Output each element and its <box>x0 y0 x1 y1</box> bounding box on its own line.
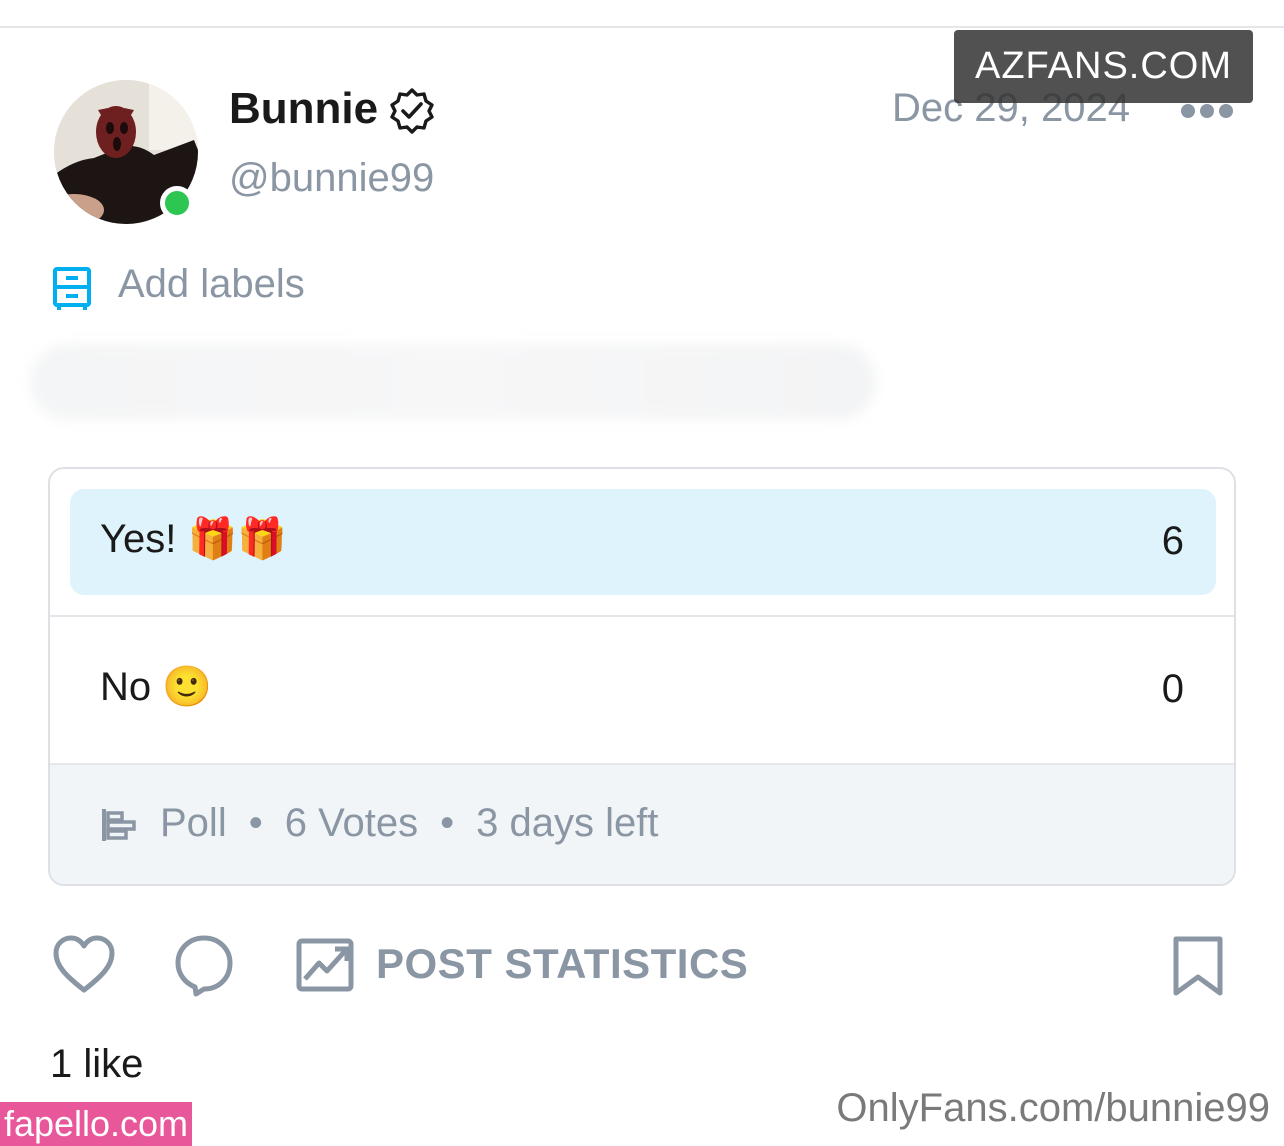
separator-dot: • <box>440 801 455 845</box>
poll: Yes! 🎁🎁 6 No 🙂 0 Poll • 6 Votes • 3 days… <box>48 467 1236 886</box>
separator-dot: • <box>248 801 263 845</box>
watermark-fapello: fapello.com <box>0 1102 192 1146</box>
author-handle[interactable]: @bunnie99 <box>229 156 434 201</box>
poll-votes: 6 Votes <box>284 801 419 845</box>
add-labels-button[interactable]: Add labels <box>118 262 305 307</box>
stats-icon[interactable] <box>295 935 355 995</box>
poll-time-left: 3 days left <box>476 801 659 845</box>
poll-footer: Poll • 6 Votes • 3 days left <box>50 765 1234 884</box>
labels-icon[interactable] <box>52 266 92 310</box>
watermark-azfans: AZFANS.COM <box>954 30 1253 103</box>
bookmark-icon[interactable] <box>1170 935 1226 999</box>
author-name[interactable]: Bunnie <box>229 84 378 134</box>
poll-option-label: No 🙂 <box>100 665 213 709</box>
watermark-onlyfans: OnlyFans.com/bunnie99 <box>836 1086 1270 1130</box>
poll-type: Poll <box>160 801 227 845</box>
top-divider <box>0 26 1284 28</box>
poll-option-yes[interactable]: Yes! 🎁🎁 6 <box>50 469 1234 617</box>
verified-badge-icon <box>390 88 434 134</box>
poll-option-no[interactable]: No 🙂 0 <box>50 617 1234 765</box>
online-status-dot <box>160 186 194 220</box>
poll-meta: Poll • 6 Votes • 3 days left <box>160 801 659 846</box>
blurred-post-text <box>30 344 876 420</box>
comment-icon[interactable] <box>174 934 234 998</box>
likes-count[interactable]: 1 like <box>50 1042 143 1087</box>
poll-option-count: 0 <box>1161 667 1184 711</box>
poll-option-label: Yes! 🎁🎁 <box>100 517 288 561</box>
post-statistics-button[interactable]: POST STATISTICS <box>376 940 748 988</box>
poll-icon <box>102 809 136 841</box>
poll-option-count: 6 <box>1161 519 1184 563</box>
heart-icon[interactable] <box>52 934 116 996</box>
